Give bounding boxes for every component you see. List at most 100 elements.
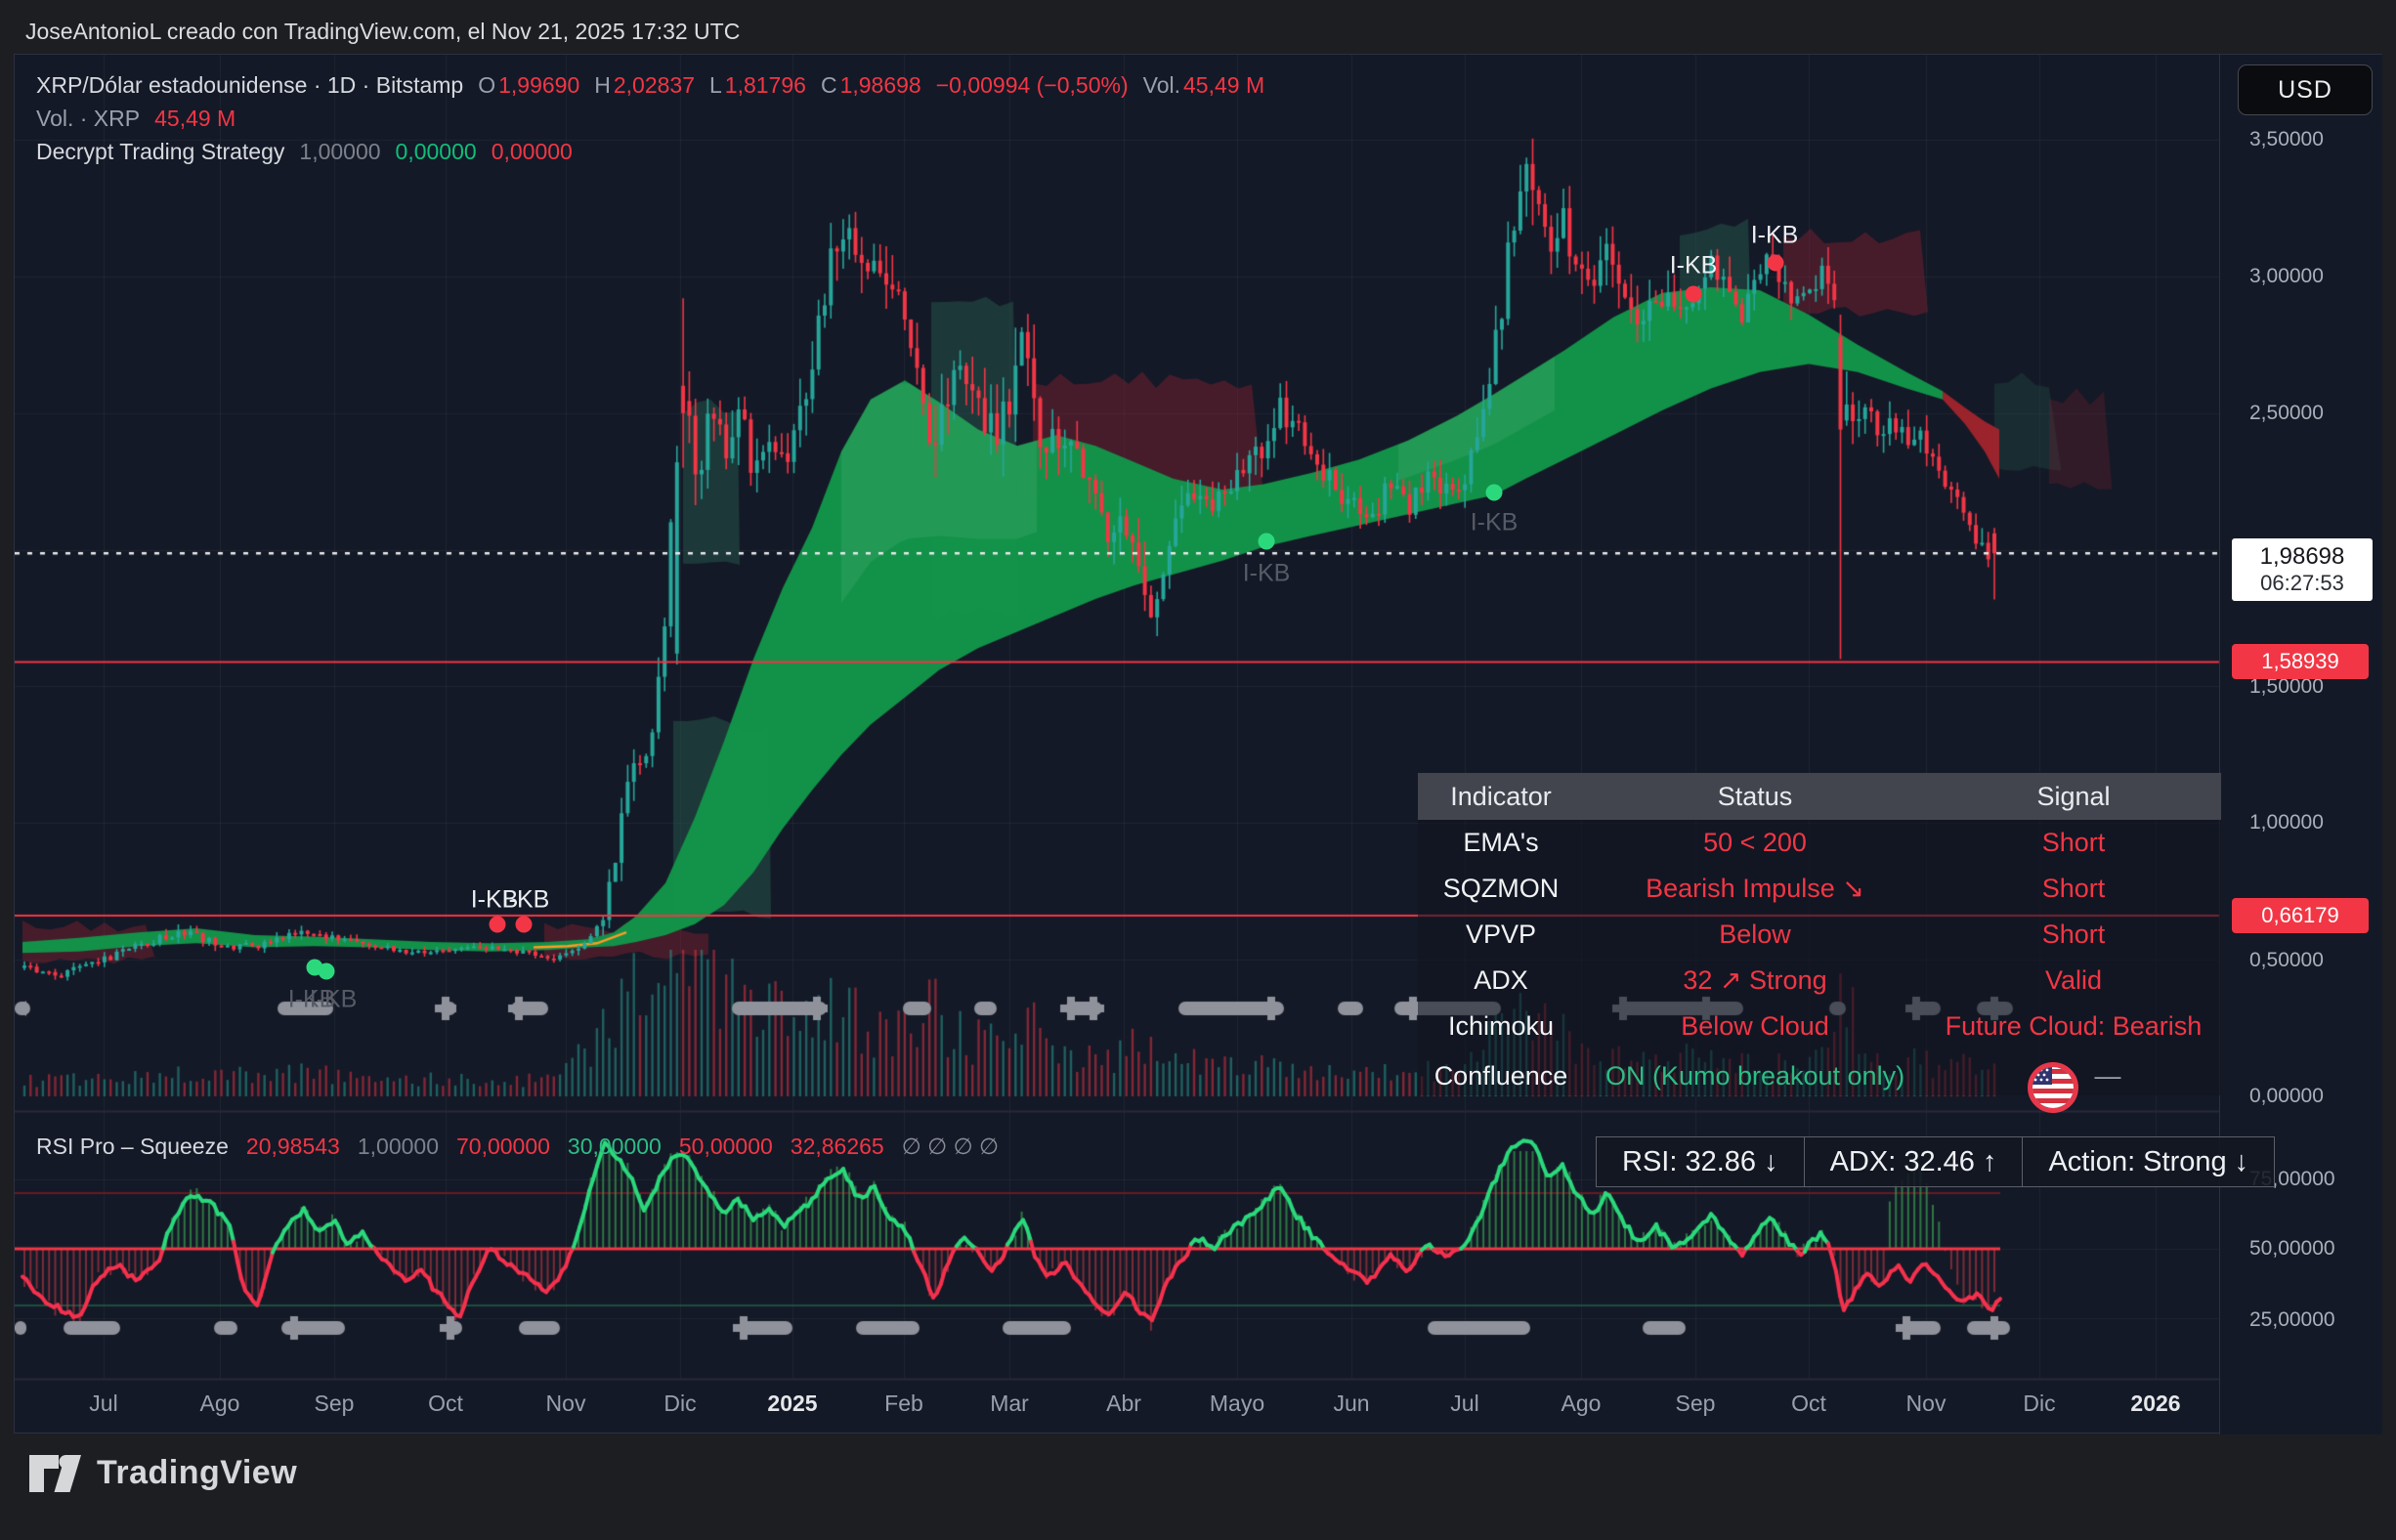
indicator-status: Below Cloud <box>1584 1011 1926 1042</box>
time-axis-label[interactable]: 2026 <box>2130 1390 2180 1417</box>
time-axis-label[interactable]: Mar <box>990 1390 1029 1417</box>
price-axis-tick: 25,00000 <box>2249 1308 2335 1332</box>
volume-indicator-label[interactable]: Vol. · XRP <box>36 106 140 132</box>
rsi-status-badge: ADX: 32.46 ↑ <box>1804 1136 2024 1187</box>
high-value: H2,02837 <box>594 72 695 99</box>
flag-dash: — <box>2095 1061 2121 1091</box>
us-flag-icon <box>2027 1061 2079 1114</box>
indicator-status: 50 < 200 <box>1584 828 1926 858</box>
low-value: L1,81796 <box>709 72 806 99</box>
time-axis-label[interactable]: 2025 <box>767 1390 817 1417</box>
time-axis-label[interactable]: Jul <box>89 1390 117 1417</box>
strategy-row[interactable]: Decrypt Trading Strategy 1,00000 0,00000… <box>36 135 1264 168</box>
alert-price-label: 0,66179 <box>2232 898 2369 933</box>
indicator-status: Bearish Impulse ↘ <box>1584 874 1926 904</box>
rsi-legend-value: 70,00000 <box>456 1134 550 1160</box>
volume-indicator-row[interactable]: Vol. · XRP 45,49 M <box>36 102 1264 135</box>
attribution-bar: JoseAntonioL creado con TradingView.com,… <box>25 16 740 47</box>
price-axis-tick: 50,00000 <box>2249 1237 2335 1261</box>
indicator-table-row: VPVPBelowShort <box>1418 912 2221 958</box>
open-value: O1,99690 <box>478 72 579 99</box>
time-axis-label[interactable]: Ago <box>200 1390 240 1417</box>
time-axis-label[interactable]: Nov <box>1906 1390 1947 1417</box>
alert-price-label: 1,58939 <box>2232 644 2369 679</box>
indicator-name: Confluence <box>1418 1061 1584 1091</box>
time-axis-label[interactable]: Dic <box>2023 1390 2055 1417</box>
price-axis-tick: 0,50000 <box>2249 949 2324 972</box>
price-axis-tick: 3,00000 <box>2249 265 2324 288</box>
time-axis-label[interactable]: Sep <box>1676 1390 1716 1417</box>
price-axis-tick: 2,50000 <box>2249 402 2324 425</box>
rsi-legend-value: 32,86265 <box>791 1134 884 1160</box>
time-axis-label[interactable]: Mayo <box>1210 1390 1264 1417</box>
rsi-legend[interactable]: RSI Pro – Squeeze 20,985431,0000070,0000… <box>36 1128 999 1165</box>
change-value: −0,00994 (−0,50%) <box>936 72 1129 99</box>
indicator-name: ADX <box>1418 965 1584 996</box>
indicator-table: Indicator Status Signal EMA's50 < 200Sho… <box>1418 773 2221 1095</box>
indicator-status: 32 ↗ Strong <box>1584 965 1926 996</box>
indicator-table-row: EMA's50 < 200Short <box>1418 820 2221 866</box>
footer-attribution[interactable]: TradingView <box>29 1454 297 1492</box>
currency-toggle-button[interactable]: USD <box>2238 64 2373 115</box>
time-axis[interactable]: Jul Ago Sep Oct Nov Dic 2025 Feb Mar Abr Mayo Jun Ju… <box>15 1379 2219 1433</box>
time-axis-label[interactable]: Dic <box>663 1390 696 1417</box>
header-signal: Signal <box>1926 782 2221 812</box>
price-chart-canvas[interactable] <box>15 55 2381 1433</box>
indicator-signal: — <box>1926 1049 2221 1102</box>
indicator-name: SQZMON <box>1418 874 1584 904</box>
time-axis-label[interactable]: Sep <box>315 1390 355 1417</box>
indicator-signal: Future Cloud: Bearish <box>1926 1011 2221 1042</box>
strategy-value-2: 0,00000 <box>396 139 477 165</box>
header-status: Status <box>1584 782 1926 812</box>
indicator-table-row: ConfluenceON (Kumo breakout only)— <box>1418 1049 2221 1095</box>
indicator-signal: Short <box>1926 920 2221 950</box>
indicator-name: EMA's <box>1418 828 1584 858</box>
chart-legend: XRP/Dólar estadounidense · 1D · Bitstamp… <box>36 68 1264 168</box>
last-price-label: 1,98698 06:27:53 <box>2232 538 2373 601</box>
indicator-signal: Short <box>1926 874 2221 904</box>
strategy-value-1: 1,00000 <box>299 139 380 165</box>
chart-panel: I-KBI-KBI-KBI-KBI-KBI-KBI-KBI-KB XRP/Dól… <box>14 54 2382 1433</box>
rsi-status-badge: RSI: 32.86 ↓ <box>1596 1136 1805 1187</box>
indicator-table-row: IchimokuBelow CloudFuture Cloud: Bearish <box>1418 1004 2221 1049</box>
time-axis-label[interactable]: Oct <box>1791 1390 1826 1417</box>
indicator-status: Below <box>1584 920 1926 950</box>
header-indicator: Indicator <box>1418 782 1584 812</box>
price-axis-tick: 3,50000 <box>2249 128 2324 151</box>
indicator-signal: Valid <box>1926 965 2221 996</box>
volume-value: Vol.45,49 M <box>1143 72 1264 99</box>
close-value: C1,98698 <box>821 72 921 99</box>
price-axis-tick: 1,00000 <box>2249 811 2324 834</box>
rsi-legend-values: 20,985431,0000070,0000030,0000050,000003… <box>246 1134 999 1160</box>
symbol-row[interactable]: XRP/Dólar estadounidense · 1D · Bitstamp… <box>36 68 1264 102</box>
attribution-text: JoseAntonioL creado con TradingView.com,… <box>25 19 740 44</box>
tradingview-snapshot: JoseAntonioL creado con TradingView.com,… <box>0 0 2396 1540</box>
rsi-legend-title[interactable]: RSI Pro – Squeeze <box>36 1134 229 1160</box>
tradingview-logo-icon <box>29 1455 81 1492</box>
time-axis-label[interactable]: Jul <box>1450 1390 1478 1417</box>
time-axis-label[interactable]: Ago <box>1562 1390 1602 1417</box>
time-axis-label[interactable]: Oct <box>428 1390 463 1417</box>
time-axis-label[interactable]: Jun <box>1333 1390 1369 1417</box>
rsi-legend-value: 20,98543 <box>246 1134 340 1160</box>
time-axis-label[interactable]: Nov <box>546 1390 586 1417</box>
symbol-title[interactable]: XRP/Dólar estadounidense · 1D · Bitstamp <box>36 72 463 99</box>
price-axis-tick: 0,00000 <box>2249 1085 2324 1108</box>
rsi-legend-value: 50,00000 <box>679 1134 773 1160</box>
indicator-table-header: Indicator Status Signal <box>1418 773 2221 820</box>
tradingview-brand-text[interactable]: TradingView <box>97 1454 297 1492</box>
indicator-name: Ichimoku <box>1418 1011 1584 1042</box>
rsi-legend-value: 30,00000 <box>568 1134 662 1160</box>
rsi-status-badges: RSI: 32.86 ↓ADX: 32.46 ↑Action: Strong ↓ <box>1597 1136 2275 1187</box>
time-axis-label[interactable]: Feb <box>884 1390 923 1417</box>
indicator-table-row: SQZMONBearish Impulse ↘Short <box>1418 866 2221 912</box>
indicator-table-row: ADX32 ↗ StrongValid <box>1418 958 2221 1004</box>
rsi-legend-value: ∅ ∅ ∅ ∅ <box>902 1134 999 1160</box>
strategy-label[interactable]: Decrypt Trading Strategy <box>36 139 284 165</box>
price-axis[interactable]: USD 3,500003,000002,500001,500001,000000… <box>2219 55 2382 1434</box>
time-axis-label[interactable]: Abr <box>1106 1390 1141 1417</box>
strategy-value-3: 0,00000 <box>492 139 573 165</box>
volume-indicator-value: 45,49 M <box>154 106 235 132</box>
indicator-signal: Short <box>1926 828 2221 858</box>
rsi-status-badge: Action: Strong ↓ <box>2022 1136 2275 1187</box>
